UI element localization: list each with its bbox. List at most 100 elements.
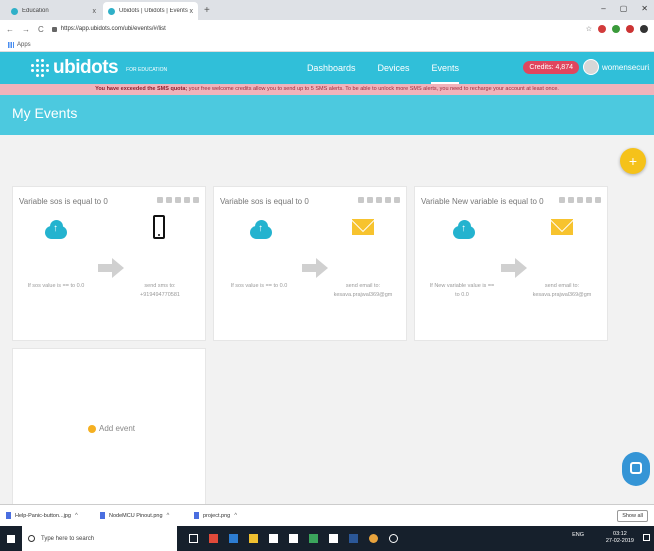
app-icon[interactable] [349, 534, 358, 543]
cloud-upload-icon: ↑ [248, 220, 274, 240]
url-field[interactable]: https://app.ubidots.com/ubi/events/#/lis… [51, 26, 586, 32]
browser-tab-ubidots[interactable]: Ubidots | Ubidots | Events x [103, 2, 198, 20]
download-item[interactable]: NodeMCU Pinout.png ^ [100, 512, 180, 519]
download-item[interactable]: project.png ^ [194, 512, 274, 519]
maximize-button[interactable]: ▢ [620, 4, 628, 13]
notifications-icon[interactable] [643, 534, 650, 541]
clock-time: 03:12 [613, 531, 627, 537]
apps-bookmark[interactable]: Apps [17, 42, 31, 48]
page-title: My Events [12, 105, 78, 121]
power-icon[interactable] [193, 197, 199, 203]
windows-icon [7, 534, 15, 543]
chat-widget-button[interactable] [622, 452, 650, 486]
ubidots-logo-icon [30, 59, 50, 77]
delete-icon[interactable] [385, 197, 391, 203]
start-button[interactable] [0, 526, 22, 551]
delete-icon[interactable] [184, 197, 190, 203]
chrome-icon[interactable] [369, 534, 378, 543]
top-nav: Dashboards Devices Events [307, 52, 459, 84]
download-item[interactable]: Help-Panic-button...jpg ^ [6, 512, 86, 519]
url-text: https://app.ubidots.com/ubi/events/#/lis… [60, 26, 166, 32]
clock-date: 27-02-2019 [605, 538, 634, 544]
alert-text: your free welcome credits allow you to s… [187, 86, 559, 92]
mute-icon[interactable] [157, 197, 163, 203]
chevron-up-icon[interactable]: ^ [167, 513, 170, 519]
close-window-button[interactable]: ✕ [641, 4, 648, 13]
avatar[interactable] [583, 59, 599, 75]
download-name: NodeMCU Pinout.png [109, 512, 163, 519]
show-all-button[interactable]: Show all [617, 510, 648, 522]
event-card[interactable]: Variable New variable is equal to 0 ↑ If… [414, 186, 608, 341]
settings-gear-icon[interactable] [389, 534, 398, 543]
event-trigger: If sos value is == to 0.0 [27, 283, 85, 289]
cloud-upload-icon: ↑ [43, 220, 69, 240]
delete-icon[interactable] [586, 197, 592, 203]
credits-badge[interactable]: Credits: 4,874 [523, 61, 579, 74]
download-name: Help-Panic-button...jpg [15, 512, 71, 519]
logo-subtitle: FOR EDUCATION [126, 67, 168, 73]
mail-app-icon[interactable] [289, 534, 298, 543]
event-trigger: If sos value is == to 0.0 [230, 283, 288, 289]
chat-icon [630, 462, 642, 474]
app-icon[interactable] [309, 534, 318, 543]
forward-button[interactable]: → [22, 25, 30, 34]
task-view-icon[interactable] [189, 534, 198, 543]
reload-button[interactable]: C [38, 25, 44, 34]
mute-icon[interactable] [559, 197, 565, 203]
app-icon[interactable] [329, 534, 338, 543]
app-icon[interactable] [209, 534, 218, 543]
logo-text[interactable]: ubidots [53, 57, 119, 79]
taskbar-search[interactable]: Type here to search [22, 526, 177, 551]
new-tab-button[interactable]: + [204, 2, 210, 20]
add-event-fab-button[interactable]: + [620, 148, 646, 174]
chevron-up-icon[interactable]: ^ [234, 513, 237, 519]
tab-close-icon[interactable]: x [190, 8, 194, 15]
nav-dashboards[interactable]: Dashboards [307, 52, 356, 84]
settings-icon[interactable] [577, 197, 583, 203]
extension-icon[interactable] [626, 25, 634, 33]
alert-strong: You have exceeded the SMS quota; [95, 86, 188, 92]
settings-icon[interactable] [376, 197, 382, 203]
settings-icon[interactable] [175, 197, 181, 203]
file-explorer-icon[interactable] [249, 534, 258, 543]
extension-icon[interactable] [612, 25, 620, 33]
browser-tab-education[interactable]: Education x [6, 2, 101, 20]
event-card[interactable]: Variable sos is equal to 0 ↑ If sos valu… [12, 186, 206, 341]
minimize-button[interactable]: – [601, 4, 605, 13]
event-action: send email to: kesava.prajwal369@gm [532, 283, 592, 298]
extension-icon[interactable] [598, 25, 606, 33]
add-event-card[interactable]: Add event [12, 348, 206, 508]
event-action: send email to: kesava.prajwal369@gm [333, 283, 393, 298]
file-icon [6, 512, 11, 519]
add-event-button[interactable]: Add event [88, 424, 135, 433]
tray-language[interactable]: ENG [572, 532, 584, 538]
edit-icon[interactable] [568, 197, 574, 203]
tab-favicon-icon [108, 7, 115, 15]
profile-icon[interactable] [640, 25, 648, 33]
plus-circle-icon [88, 424, 96, 433]
taskbar-clock[interactable]: 03:12 27-02-2019 [606, 531, 634, 545]
store-icon[interactable] [269, 534, 278, 543]
tab-title: Education [22, 8, 49, 14]
event-title: Variable sos is equal to 0 [220, 197, 309, 206]
download-name: project.png [203, 512, 231, 519]
tab-close-icon[interactable]: x [93, 8, 97, 15]
power-icon[interactable] [394, 197, 400, 203]
back-button[interactable]: ← [6, 25, 14, 34]
mute-icon[interactable] [358, 197, 364, 203]
file-icon [100, 512, 105, 519]
chevron-up-icon[interactable]: ^ [75, 513, 78, 519]
edit-icon[interactable] [166, 197, 172, 203]
nav-devices[interactable]: Devices [377, 52, 409, 84]
arrow-right-icon [302, 258, 328, 278]
arrow-right-icon [98, 258, 124, 278]
edge-icon[interactable] [229, 534, 238, 543]
cortana-icon [28, 535, 35, 542]
nav-events[interactable]: Events [431, 52, 459, 84]
event-card[interactable]: Variable sos is equal to 0 ↑ If sos valu… [213, 186, 407, 341]
username[interactable]: womensecuri... [602, 63, 650, 72]
power-icon[interactable] [595, 197, 601, 203]
bookmark-star-icon[interactable]: ☆ [586, 25, 592, 33]
extensions: ☆ [586, 25, 648, 33]
edit-icon[interactable] [367, 197, 373, 203]
